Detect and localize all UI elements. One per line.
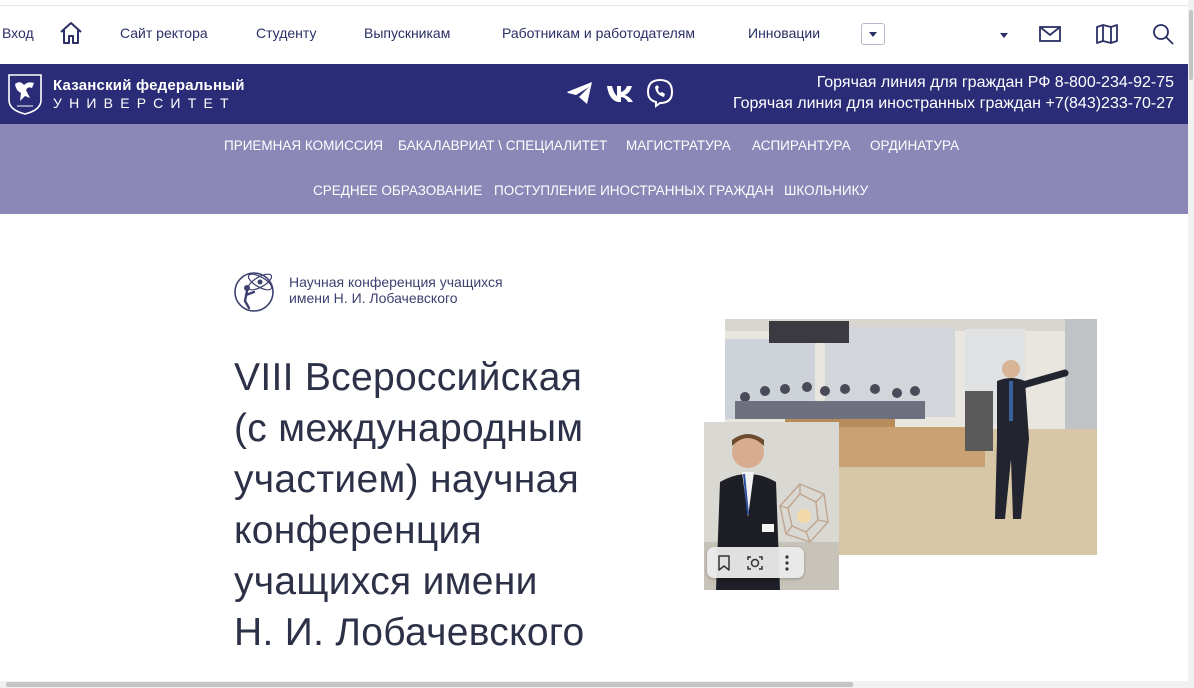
nav-graduates[interactable]: Выпускникам	[364, 25, 450, 41]
language-caret-icon[interactable]	[1000, 33, 1008, 38]
hotline-rf[interactable]: Горячая линия для граждан РФ 8-800-234-9…	[817, 74, 1174, 92]
menu-foreign-admission[interactable]: ПОСТУПЛЕНИЕ ИНОСТРАННЫХ ГРАЖДАН	[494, 183, 774, 198]
logo-title[interactable]: Казанский федеральный	[53, 77, 245, 94]
logo-subtitle[interactable]: УНИВЕРСИТЕТ	[53, 95, 236, 111]
more-vertical-icon[interactable]	[777, 553, 797, 573]
nav-innovations[interactable]: Инновации	[748, 25, 820, 41]
top-navigation: Вход Сайт ректора Студенту Выпускникам Р…	[0, 6, 1188, 64]
conference-title: Научная конференция учащихся имени Н. И.…	[289, 274, 503, 306]
nav-more-dropdown[interactable]	[861, 23, 885, 45]
nav-employers[interactable]: Работникам и работодателям	[502, 25, 695, 41]
nav-rector-site[interactable]: Сайт ректора	[120, 25, 208, 41]
lens-search-icon[interactable]	[745, 553, 765, 573]
menu-schoolchild[interactable]: ШКОЛЬНИКУ	[784, 183, 868, 198]
search-icon[interactable]	[1151, 22, 1175, 46]
menu-bachelor[interactable]: БАКАЛАВРИАТ \ СПЕЦИАЛИТЕТ	[398, 138, 607, 153]
page-headline: VIII Всероссийская (с международным учас…	[234, 356, 585, 654]
menu-master[interactable]: МАГИСТРАТУРА	[626, 138, 731, 153]
menu-admission-committee[interactable]: ПРИЕМНАЯ КОМИССИЯ	[224, 138, 383, 153]
conference-logo-icon	[234, 268, 276, 312]
vertical-scrollbar-thumb[interactable]	[1189, 10, 1193, 80]
telegram-icon[interactable]	[565, 78, 595, 108]
horizontal-scrollbar-thumb[interactable]	[6, 682, 853, 687]
chevron-down-icon	[869, 32, 877, 37]
kfu-logo-icon[interactable]	[6, 72, 44, 116]
home-icon[interactable]	[58, 20, 84, 46]
login-link[interactable]: Вход	[2, 25, 34, 41]
nav-student[interactable]: Студенту	[256, 25, 316, 41]
menu-residency[interactable]: ОРДИНАТУРА	[870, 138, 959, 153]
menu-postgraduate[interactable]: АСПИРАНТУРА	[752, 138, 851, 153]
vertical-scrollbar[interactable]	[1188, 0, 1194, 688]
vk-icon[interactable]	[605, 78, 635, 108]
hotline-foreign[interactable]: Горячая линия для иностранных граждан +7…	[733, 95, 1174, 113]
admission-menu: ПРИЕМНАЯ КОМИССИЯ БАКАЛАВРИАТ \ СПЕЦИАЛИ…	[0, 124, 1188, 214]
bookmark-icon[interactable]	[714, 553, 734, 573]
viber-icon[interactable]	[645, 78, 675, 108]
university-header: Казанский федеральный УНИВЕРСИТЕТ Горяча…	[0, 64, 1188, 124]
menu-secondary[interactable]: СРЕДНЕЕ ОБРАЗОВАНИЕ	[313, 183, 482, 198]
mail-icon[interactable]	[1038, 22, 1062, 46]
horizontal-scrollbar[interactable]	[0, 681, 1188, 688]
image-toolbar	[707, 547, 804, 578]
map-icon[interactable]	[1095, 22, 1119, 46]
